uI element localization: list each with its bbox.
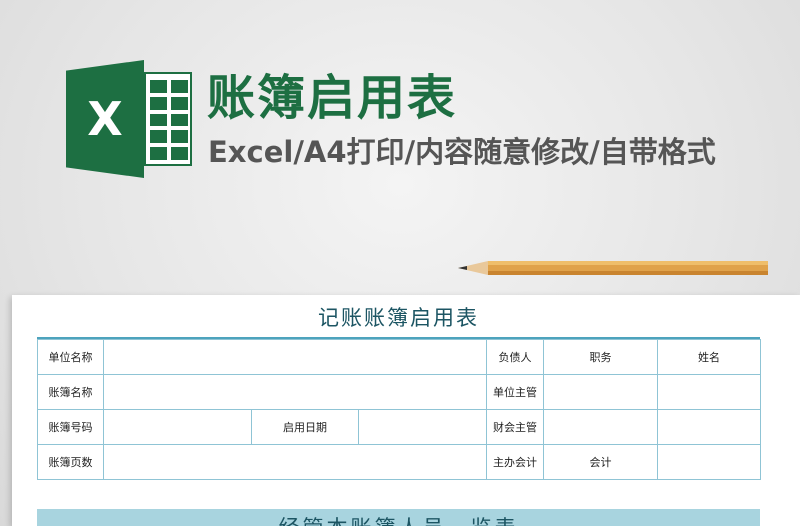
logo-letter: X [87,92,123,146]
form-table: 单位名称 负债人 职务 姓名 账簿名称 单位主管 账簿号码 启用日期 财会主管 … [37,339,762,480]
field-page-count[interactable] [102,444,488,480]
label-unit-supervisor: 单位主管 [486,374,545,410]
next-section-title: 经管本账簿人员一览表 [37,512,760,526]
label-start-date: 启用日期 [251,409,359,445]
table-row: 账簿号码 启用日期 财会主管 [37,409,762,445]
field-accountant-name[interactable] [657,444,762,480]
label-responsible-person: 负债人 [486,339,545,375]
label-finance-supervisor: 财会主管 [486,409,545,445]
table-row: 单位名称 负债人 职务 姓名 [37,339,762,375]
field-finance-name[interactable] [657,409,762,445]
label-page-count: 账簿页数 [37,444,104,480]
field-start-date[interactable] [357,409,488,445]
label-accountant: 会计 [543,444,659,480]
field-finance-position[interactable] [543,409,659,445]
banner-title: 账簿启用表 [207,70,458,126]
banner-subtitle: Excel/A4打印/内容随意修改/自带格式 [208,135,716,169]
table-row: 账簿名称 单位主管 [37,374,762,410]
pencil-icon [458,261,768,275]
field-supervisor-position[interactable] [543,374,659,410]
form-title: 记账账簿启用表 [37,297,760,339]
ledger-form: 记账账簿启用表 单位名称 负债人 职务 姓名 账簿名称 单位主管 账簿号码 启用… [37,297,762,480]
field-ledger-name[interactable] [102,374,488,410]
label-chief-accountant: 主办会计 [486,444,545,480]
excel-logo-icon: X [66,60,194,180]
field-supervisor-name[interactable] [657,374,762,410]
label-ledger-name: 账簿名称 [37,374,104,410]
label-name: 姓名 [657,339,762,375]
promo-banner: X 账簿启用表 Excel/A4打印/内容随意修改/自带格式 [0,0,800,200]
label-ledger-number: 账簿号码 [37,409,104,445]
field-unit-name[interactable] [102,339,488,375]
table-row: 账簿页数 主办会计 会计 [37,444,762,480]
next-section-header: 经管本账簿人员一览表 [37,509,760,526]
label-position: 职务 [543,339,659,375]
logo-grid [150,80,188,160]
field-ledger-number[interactable] [103,409,252,445]
label-unit-name: 单位名称 [37,339,104,375]
